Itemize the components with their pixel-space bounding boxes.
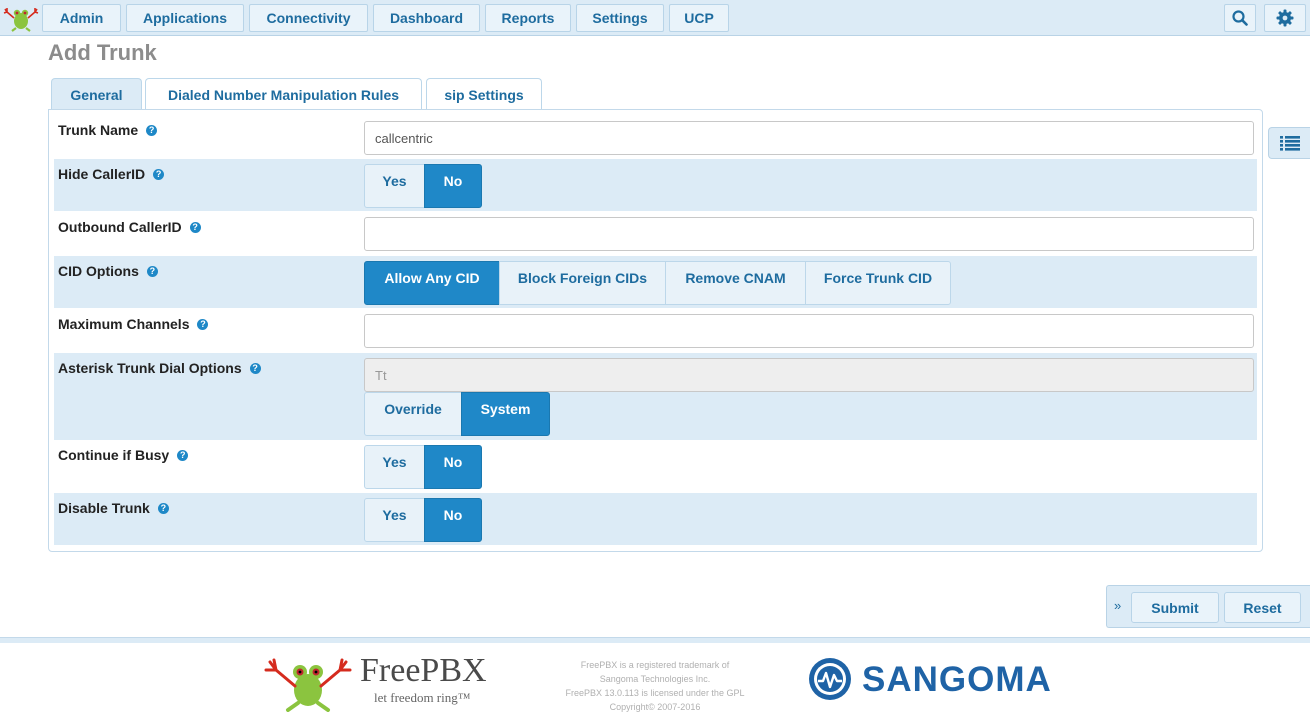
freepbx-frog-logo-icon[interactable] <box>3 4 39 32</box>
help-icon[interactable]: ? <box>153 168 165 180</box>
nav-ucp[interactable]: UCP <box>669 4 729 32</box>
nav-settings[interactable]: Settings <box>576 4 664 32</box>
help-icon[interactable]: ? <box>157 502 169 514</box>
row-hide-callerid <box>54 159 1257 211</box>
cid-options-label-wrap: CID Options ? <box>58 263 158 279</box>
disable-trunk-label: Disable Trunk <box>58 500 150 516</box>
list-toggle-button[interactable] <box>1268 127 1310 159</box>
max-channels-input[interactable] <box>364 314 1254 348</box>
top-navbar: Admin Applications Connectivity Dashboar… <box>0 0 1310 36</box>
continue-if-busy-no[interactable]: No <box>424 445 482 489</box>
legal-line[interactable]: FreePBX 13.0.113 is licensed under the G… <box>540 686 770 700</box>
continue-if-busy-yes[interactable]: Yes <box>364 445 425 489</box>
hide-callerid-no[interactable]: No <box>424 164 482 208</box>
max-channels-label: Maximum Channels <box>58 316 190 332</box>
hide-callerid-label: Hide CallerID <box>58 166 146 182</box>
dial-options-override[interactable]: Override <box>364 392 462 436</box>
max-channels-label-wrap: Maximum Channels ? <box>58 316 209 332</box>
trunk-name-label: Trunk Name <box>58 122 139 138</box>
reset-button[interactable]: Reset <box>1224 592 1301 623</box>
search-button[interactable] <box>1224 4 1256 32</box>
help-icon[interactable]: ? <box>146 265 158 277</box>
help-icon[interactable]: ? <box>189 221 201 233</box>
legal-line: Sangoma Technologies Inc. <box>599 674 711 684</box>
legal-text: FreePBX is a registered trademark of San… <box>540 658 770 714</box>
dial-options-system[interactable]: System <box>461 392 550 436</box>
dial-options-label-wrap: Asterisk Trunk Dial Options ? <box>58 360 261 376</box>
freepbx-tagline: let freedom ring™ <box>374 690 471 705</box>
gear-icon <box>1276 9 1294 27</box>
disable-trunk-yes[interactable]: Yes <box>364 498 425 542</box>
dial-options-input[interactable] <box>364 358 1254 392</box>
continue-if-busy-toggle: Yes No <box>364 445 482 489</box>
cid-remove-cnam[interactable]: Remove CNAM <box>665 261 806 305</box>
help-icon[interactable]: ? <box>249 362 261 374</box>
freepbx-wordmark: FreePBX <box>360 652 487 689</box>
cid-force-trunk[interactable]: Force Trunk CID <box>805 261 951 305</box>
tab-general[interactable]: General <box>51 78 142 110</box>
dial-options-label: Asterisk Trunk Dial Options <box>58 360 242 376</box>
trunk-name-label-wrap: Trunk Name ? <box>58 122 158 138</box>
hide-callerid-toggle: Yes No <box>364 164 482 208</box>
sangoma-logo-icon[interactable] <box>808 657 852 701</box>
trunk-name-input[interactable] <box>364 121 1254 155</box>
cid-options-toggle: Allow Any CID Block Foreign CIDs Remove … <box>364 261 951 305</box>
nav-connectivity[interactable]: Connectivity <box>249 4 368 32</box>
cid-options-label: CID Options <box>58 263 139 279</box>
hide-callerid-yes[interactable]: Yes <box>364 164 425 208</box>
nav-applications[interactable]: Applications <box>126 4 244 32</box>
help-icon[interactable]: ? <box>146 124 158 136</box>
continue-if-busy-label-wrap: Continue if Busy ? <box>58 447 189 463</box>
disable-trunk-no[interactable]: No <box>424 498 482 542</box>
tab-dialed-number-manipulation-rules[interactable]: Dialed Number Manipulation Rules <box>145 78 422 110</box>
hide-callerid-label-wrap: Hide CallerID ? <box>58 166 165 182</box>
row-disable-trunk <box>54 493 1257 545</box>
legal-line: FreePBX is a registered trademark of <box>580 660 730 670</box>
list-icon <box>1279 136 1300 151</box>
page-title: Add Trunk <box>48 40 157 65</box>
freepbx-frog-logo-icon[interactable] <box>262 656 354 712</box>
outbound-callerid-input[interactable] <box>364 217 1254 251</box>
disable-trunk-toggle: Yes No <box>364 498 482 542</box>
footer-divider <box>0 637 1310 643</box>
disable-trunk-label-wrap: Disable Trunk ? <box>58 500 169 516</box>
nav-reports[interactable]: Reports <box>485 4 571 32</box>
search-icon <box>1232 10 1248 26</box>
row-continue-if-busy <box>54 440 1257 493</box>
help-icon[interactable]: ? <box>177 449 189 461</box>
tab-sip-settings[interactable]: sip Settings <box>426 78 542 110</box>
submit-button[interactable]: Submit <box>1131 592 1219 623</box>
outbound-callerid-label-wrap: Outbound CallerID ? <box>58 219 201 235</box>
double-chevron-right-icon[interactable]: » <box>1114 598 1121 613</box>
legal-line: Copyright© 2007-2016 <box>609 702 701 712</box>
help-icon[interactable]: ? <box>197 318 209 330</box>
continue-if-busy-label: Continue if Busy <box>58 447 170 463</box>
settings-button[interactable] <box>1264 4 1306 32</box>
sangoma-wordmark: SANGOMA <box>862 660 1052 699</box>
cid-block-foreign[interactable]: Block Foreign CIDs <box>499 261 666 305</box>
outbound-callerid-label: Outbound CallerID <box>58 219 182 235</box>
cid-allow-any[interactable]: Allow Any CID <box>364 261 500 305</box>
action-bar: » Submit Reset <box>1106 585 1310 628</box>
nav-dashboard[interactable]: Dashboard <box>373 4 480 32</box>
dial-options-toggle: Override System <box>364 392 550 436</box>
nav-admin[interactable]: Admin <box>42 4 121 32</box>
